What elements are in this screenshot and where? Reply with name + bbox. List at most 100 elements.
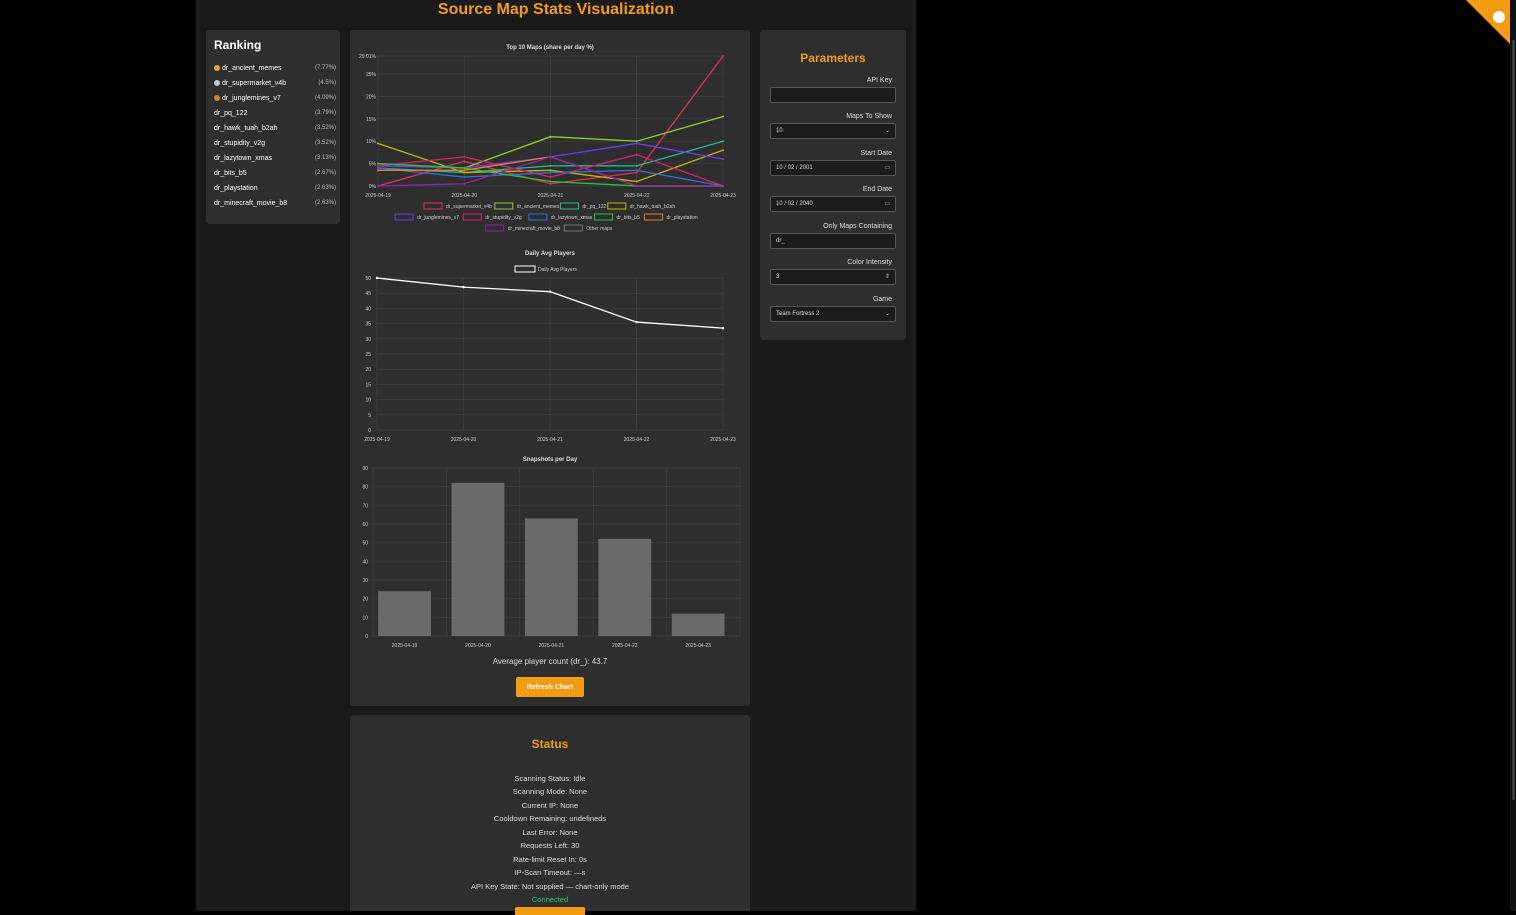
chart-card: Top 10 Maps (share per day %) 0% 5% 10% 15% 2… xyxy=(350,30,750,706)
ranking-item: dr_pq_122 (3.79%) xyxy=(214,110,336,125)
x-tick-label: 2025-04-20 xyxy=(465,643,491,649)
data-point xyxy=(377,167,379,170)
refresh-chart-button[interactable]: Refresh Chart xyxy=(516,677,584,697)
ranking-item: dr_hawk_tuah_b2ah (3.52%) xyxy=(214,125,336,140)
x-tick-label: 2025-04-22 xyxy=(624,193,650,199)
legend-swatch xyxy=(494,202,514,210)
color-intensity-label: Color Intensity xyxy=(847,259,892,266)
data-point xyxy=(377,162,379,165)
legend-swatch xyxy=(485,224,505,232)
data-point xyxy=(463,155,466,158)
only-maps-containing-label: Only Maps Containing xyxy=(823,223,892,230)
data-point xyxy=(463,169,466,172)
ranking-item-share: (3.13%) xyxy=(314,155,336,161)
ranking-item-name: dr_ancient_memes xyxy=(214,65,282,72)
data-point xyxy=(463,182,466,185)
data-point xyxy=(549,155,552,158)
legend-swatch xyxy=(594,213,613,221)
chart-title: Top 10 Maps (share per day %) xyxy=(506,45,594,51)
data-point xyxy=(463,176,466,179)
scrollbar[interactable] xyxy=(1510,0,1516,911)
legend-label: dr_playstation xyxy=(667,215,698,221)
only-maps-containing-input[interactable]: dr_ xyxy=(770,233,896,249)
scrollbar-thumb[interactable] xyxy=(1512,40,1515,800)
x-tick-label: 2025-04-19 xyxy=(392,643,418,649)
data-point xyxy=(377,164,379,167)
legend-label: Other maps xyxy=(586,226,613,232)
y-tick-label: 0% xyxy=(369,184,377,190)
calendar-icon[interactable]: ▭ xyxy=(884,197,890,211)
legend-swatch xyxy=(607,202,627,210)
y-tick-label: 35 xyxy=(365,322,371,328)
x-tick-label: 2025-04-21 xyxy=(538,193,564,199)
data-point xyxy=(721,326,725,330)
ranking-item-name: dr_bits_b5 xyxy=(214,170,247,177)
data-point xyxy=(722,149,724,152)
ranking-item-share: (3.79%) xyxy=(314,110,336,116)
data-point xyxy=(722,158,724,161)
x-tick-label: 2025-04-23 xyxy=(710,437,736,443)
data-point xyxy=(549,182,552,185)
data-point xyxy=(635,164,638,167)
page-title: Source Map Stats Visualization xyxy=(437,1,675,18)
chevron-down-icon: ⌄ xyxy=(884,311,890,317)
data-point xyxy=(377,169,379,172)
y-tick-label: 20 xyxy=(365,367,371,373)
y-tick-label: 50 xyxy=(365,276,371,282)
legend-label: dr_ancient_memes xyxy=(517,204,560,210)
color-intensity-input[interactable]: 3 ⇕ xyxy=(770,269,896,285)
status-title: Status xyxy=(531,737,569,751)
data-point xyxy=(548,290,552,293)
y-tick-label: 10 xyxy=(365,398,371,404)
data-point xyxy=(635,180,638,183)
status-api-key-state: API Key State: Not supplied — chart-only… xyxy=(471,882,629,891)
ranking-item-name: dr_supermarket_v4b xyxy=(214,80,286,87)
calendar-icon[interactable]: ▭ xyxy=(884,161,890,175)
status-action-button[interactable] xyxy=(515,907,585,915)
x-tick-label: 2025-04-22 xyxy=(612,643,638,649)
ranking-item-name: dr_junglemines_v7 xyxy=(214,95,281,102)
legend-label: Daily Avg Players xyxy=(538,267,577,273)
data-point xyxy=(549,169,552,172)
y-tick-label: 29.01% xyxy=(359,54,377,60)
color-intensity-value: 3 xyxy=(776,274,780,280)
end-date-input[interactable]: 10 / 02 / 2040 ▭ xyxy=(770,196,896,212)
api-key-input[interactable] xyxy=(770,87,896,103)
y-tick-label: 15% xyxy=(366,117,377,123)
legend-label: dr_lazytown_xmas xyxy=(551,215,593,221)
ranking-item: dr_playstation (2.63%) xyxy=(214,185,336,200)
start-date-label: Start Date xyxy=(860,150,892,157)
status-last-error: Last Error: None xyxy=(522,828,578,837)
corner-ribbon[interactable] xyxy=(1466,0,1516,50)
ranking-item: dr_ancient_memes (7.77%) xyxy=(214,65,336,80)
legend-swatch xyxy=(644,213,663,221)
y-tick-label: 40 xyxy=(362,559,368,565)
start-date-input[interactable]: 10 / 02 / 2001 ▭ xyxy=(770,160,896,176)
y-tick-label: 25 xyxy=(365,352,371,358)
game-label: Game xyxy=(872,296,892,303)
game-select[interactable]: Team Fortress 2 ⌄ xyxy=(770,306,896,322)
ranking-item: dr_stupidity_v2g (3.52%) xyxy=(214,140,336,155)
ranking-item-name: dr_minecraft_movie_b8 xyxy=(214,200,288,207)
y-tick-label: 15 xyxy=(365,382,371,388)
y-tick-label: 50 xyxy=(362,541,368,547)
legend-swatch xyxy=(514,265,536,273)
y-tick-label: 60 xyxy=(362,522,368,528)
status-rate-limit: Rate-limit Reset In: 0s xyxy=(513,855,587,864)
end-date-value: 10 / 02 / 2040 xyxy=(776,201,813,207)
x-tick-label: 2025-04-19 xyxy=(364,437,390,443)
data-point xyxy=(635,171,638,174)
ranking-item-share: (4.5%) xyxy=(318,80,336,86)
legend-swatch xyxy=(559,202,579,210)
spinner-icon[interactable]: ⇕ xyxy=(885,270,890,284)
ranking-card: Ranking dr_ancient_memes (7.77%) dr_superm… xyxy=(206,30,340,224)
data-point xyxy=(549,135,552,138)
maps-to-show-label: Maps To Show xyxy=(846,113,892,120)
data-point xyxy=(635,140,638,143)
ranking-item-share: (3.52%) xyxy=(314,140,336,146)
x-tick-label: 2025-04-20 xyxy=(451,193,477,199)
y-tick-label: 10% xyxy=(366,139,377,145)
maps-to-show-select[interactable]: 10 ⌄ xyxy=(770,123,896,139)
data-point xyxy=(549,164,552,167)
x-tick-label: 2025-04-19 xyxy=(365,193,391,199)
